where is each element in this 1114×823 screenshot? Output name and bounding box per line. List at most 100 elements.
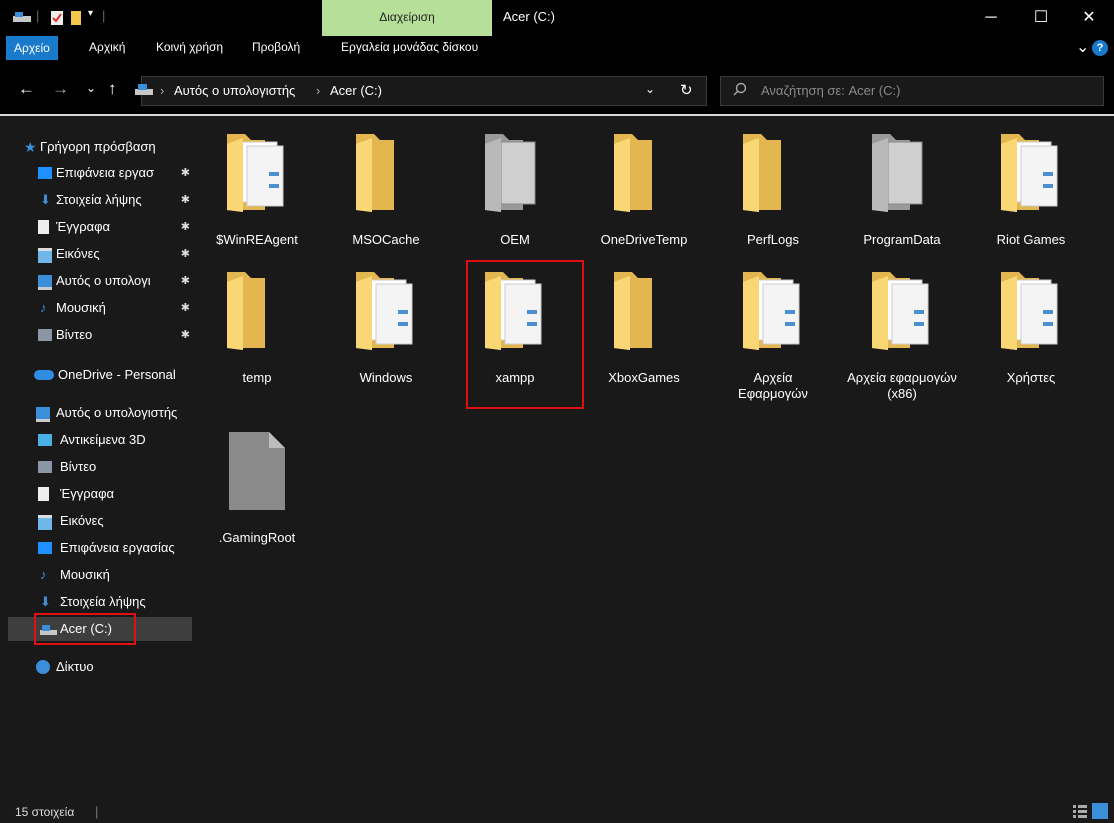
sidebar-item-downloads-pc[interactable]: ⬇ Στοιχεία λήψης (8, 590, 194, 614)
file-item[interactable]: .GamingRoot (202, 424, 312, 564)
file-icon (225, 430, 289, 512)
folder-icon (483, 132, 547, 214)
sidebar-item-this-pc-quick[interactable]: Αυτός ο υπολογι ✱ (8, 269, 194, 293)
close-button[interactable]: ✕ (1066, 0, 1112, 36)
sidebar-item-label: Δίκτυο (56, 659, 94, 674)
file-item[interactable]: Χρήστες (976, 264, 1086, 404)
tab-file[interactable]: Αρχείο (6, 36, 58, 60)
ribbon-tabs: Αρχείο Αρχική Κοινή χρήση Προβολή Εργαλε… (0, 36, 1114, 62)
minimize-button[interactable]: ─ (968, 0, 1014, 36)
document-icon (38, 220, 49, 234)
refresh-button[interactable]: ↻ (680, 81, 693, 99)
sidebar-item-network[interactable]: Δίκτυο (8, 655, 194, 679)
separator-icon: | (95, 804, 99, 819)
new-folder-icon[interactable] (70, 10, 82, 29)
file-item[interactable]: Windows (331, 264, 441, 404)
sidebar-item-label: Έγγραφα (60, 486, 115, 501)
sidebar-item-downloads[interactable]: ⬇ Στοιχεία λήψης ✱ (8, 188, 194, 212)
recent-locations-button[interactable]: ⌄ (86, 81, 96, 95)
file-item[interactable]: Riot Games (976, 126, 1086, 266)
sidebar-item-documents-pc[interactable]: Έγγραφα (8, 482, 194, 506)
properties-icon[interactable] (50, 10, 64, 29)
file-item[interactable]: MSOCache (331, 126, 441, 266)
details-view-icon[interactable] (1073, 804, 1087, 821)
breadcrumb-acer-c[interactable]: Acer (C:) (330, 83, 382, 98)
search-box[interactable]: Αναζήτηση σε: Acer (C:) (720, 76, 1104, 106)
sidebar-item-label: Αυτός ο υπολογιστής (56, 405, 178, 420)
address-dropdown-button[interactable]: ⌄ (645, 82, 655, 96)
sidebar-item-label: Αντικείμενα 3D (60, 432, 146, 447)
sidebar-item-3d-objects[interactable]: Αντικείμενα 3D (8, 428, 194, 452)
folder-icon (741, 270, 805, 352)
folder-icon (999, 270, 1063, 352)
file-item[interactable]: $WinREAgent (202, 126, 312, 266)
sidebar-item-onedrive[interactable]: OneDrive - Personal (8, 363, 194, 387)
pin-icon: ✱ (180, 221, 190, 233)
file-item[interactable]: temp (202, 264, 312, 404)
file-item[interactable]: OEM (460, 126, 570, 266)
file-item[interactable]: Αρχεία εφαρμογών (x86) (847, 264, 957, 404)
title-bar: | ▾ | Διαχείριση Acer (C:) ─ ☐ ✕ (0, 0, 1114, 36)
drive-icon[interactable] (12, 10, 32, 29)
file-name: Αρχεία εφαρμογών (x86) (847, 370, 957, 401)
file-item[interactable]: PerfLogs (718, 126, 828, 266)
breadcrumb-this-pc[interactable]: Αυτός ο υπολογιστής (174, 83, 295, 98)
customize-quick-access-icon[interactable]: ▾ (88, 8, 93, 19)
sidebar-item-documents[interactable]: Έγγραφα ✱ (8, 215, 194, 239)
sidebar-item-label: Έγγραφα (56, 219, 111, 234)
file-item[interactable]: OneDriveTemp (589, 126, 699, 266)
sidebar-item-desktop-pc[interactable]: Επιφάνεια εργασίας (8, 536, 194, 560)
back-button[interactable]: ← (18, 79, 35, 99)
document-icon (38, 487, 49, 501)
forward-button[interactable]: → (52, 79, 69, 99)
folder-icon (354, 132, 418, 214)
status-bar: 15 στοιχεία | (0, 800, 1114, 823)
pin-icon: ✱ (180, 167, 190, 179)
sidebar-item-this-pc[interactable]: Αυτός ο υπολογιστής (8, 401, 194, 425)
tab-home[interactable]: Αρχική (89, 40, 125, 54)
folder-icon (870, 132, 934, 214)
manage-contextual-tab[interactable]: Διαχείριση (322, 0, 492, 36)
computer-icon (36, 407, 50, 422)
sidebar-item-pictures[interactable]: Εικόνες ✱ (8, 242, 194, 266)
expand-ribbon-icon[interactable]: ⌄ (1076, 37, 1089, 57)
sidebar-item-desktop[interactable]: Επιφάνεια εργασ ✱ (8, 161, 194, 185)
file-name: XboxGames (608, 370, 680, 385)
sidebar-item-videos[interactable]: Βίντεο ✱ (8, 323, 194, 347)
sidebar-item-music-pc[interactable]: ♪ Μουσική (8, 563, 194, 587)
file-item[interactable]: XboxGames (589, 264, 699, 404)
sidebar-item-pictures-pc[interactable]: Εικόνες (8, 509, 194, 533)
breadcrumb-separator: › (160, 83, 165, 98)
manage-tab-label: Διαχείριση (379, 10, 435, 24)
file-name: .GamingRoot (218, 530, 296, 545)
network-icon (36, 660, 50, 674)
pictures-icon (38, 248, 52, 263)
search-icon (733, 82, 747, 99)
window-title: Acer (C:) (503, 9, 555, 24)
up-button[interactable]: ↑ (108, 79, 117, 99)
tab-view[interactable]: Προβολή (252, 40, 300, 54)
file-name: Αρχεία Εφαρμογών (738, 370, 808, 401)
desktop-icon (38, 167, 52, 179)
maximize-button[interactable]: ☐ (1018, 0, 1064, 36)
pin-icon: ✱ (180, 302, 190, 314)
file-item[interactable]: Αρχεία Εφαρμογών (718, 264, 828, 404)
large-icons-view-icon[interactable] (1092, 803, 1108, 819)
sidebar-item-videos-pc[interactable]: Βίντεο (8, 455, 194, 479)
tab-drive-tools[interactable]: Εργαλεία μονάδας δίσκου (341, 40, 478, 54)
address-divider (0, 114, 1114, 116)
help-icon[interactable]: ? (1092, 40, 1108, 56)
sidebar-item-music[interactable]: ♪ Μουσική ✱ (8, 296, 194, 320)
music-icon: ♪ (40, 567, 47, 582)
highlight-box (34, 613, 136, 645)
address-bar[interactable]: › Αυτός ο υπολογιστής › Acer (C:) ⌄ ↻ (135, 76, 707, 106)
navigation-pane[interactable]: ★ Γρήγορη πρόσβαση Επιφάνεια εργασ ✱ ⬇ Σ… (8, 120, 194, 800)
cube-icon (38, 434, 52, 446)
pictures-icon (38, 515, 52, 530)
file-view[interactable]: $WinREAgent MSOCache OEM OneDriveTemp PerfLo… (202, 118, 1107, 798)
sidebar-item-quick-access[interactable]: ★ Γρήγορη πρόσβαση (8, 135, 194, 159)
tab-share[interactable]: Κοινή χρήση (156, 40, 223, 54)
file-item[interactable]: ProgramData (847, 126, 957, 266)
separator-icon: | (36, 8, 40, 23)
file-name: Riot Games (996, 232, 1066, 247)
